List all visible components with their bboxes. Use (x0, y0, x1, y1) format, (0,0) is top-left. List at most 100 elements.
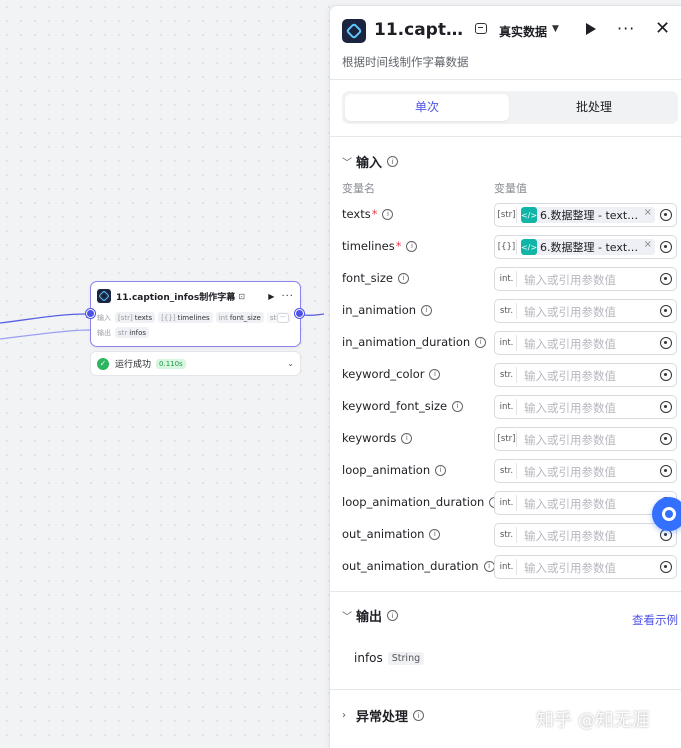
param-name-text: in_animation (342, 303, 417, 317)
workflow-canvas[interactable]: 11.caption_infos制作字幕 ⊡ ▶ ··· 输入 [str] tex… (0, 0, 330, 748)
info-icon: i (483, 560, 495, 572)
param-value-field[interactable]: str. 输入或引用参数值 (494, 459, 677, 483)
param-name: timelines * i (342, 239, 418, 253)
variable-reference-icon[interactable] (660, 561, 672, 573)
variable-reference-icon[interactable] (660, 465, 672, 477)
divider (330, 689, 681, 690)
node-config-panel: 11.caption_infos 真实数据 ▼ ··· ✕ 根据时间线制作字幕数… (329, 5, 681, 748)
param-input-placeholder[interactable]: 输入或引用参数值 (524, 464, 616, 480)
info-icon: i (475, 336, 487, 348)
param-type-badge: [{}] (497, 239, 517, 255)
param-input-placeholder[interactable]: 输入或引用参数值 (524, 400, 616, 416)
node-more-icon[interactable]: ··· (281, 291, 294, 302)
watermark: 知乎 @知无涯 (536, 710, 650, 731)
variable-reference-icon[interactable] (660, 241, 672, 253)
param-name: in_animation_duration i (342, 335, 487, 349)
run-mode-tabs: 单次 批处理 (342, 91, 678, 124)
reference-tag[interactable]: </> 6.数据整理 - text… × (521, 239, 655, 255)
variable-reference-icon[interactable] (660, 369, 672, 381)
required-mark: * (395, 239, 402, 253)
param-input-placeholder[interactable]: 输入或引用参数值 (524, 432, 616, 448)
param-name-text: loop_animation (342, 463, 431, 477)
param-name-text: keyword_color (342, 367, 425, 381)
divider (330, 79, 681, 80)
panel-title[interactable]: 11.caption_infos (374, 20, 464, 40)
close-icon[interactable]: ✕ (655, 18, 670, 39)
info-icon: i (421, 304, 433, 316)
param-name: keyword_font_size i (342, 399, 464, 413)
param-type-badge: int. (497, 271, 517, 287)
param-row-keyword-color: keyword_color i str. 输入或引用参数值 (342, 363, 678, 387)
param-row-loop-animation: loop_animation i str. 输入或引用参数值 (342, 459, 678, 483)
plugin-logo-icon (342, 19, 366, 43)
param-value-field[interactable]: int. 输入或引用参数值 (494, 395, 677, 419)
chevron-down-icon[interactable]: ⌄ (287, 359, 294, 368)
chevron-right-icon[interactable]: › (342, 710, 356, 721)
param-name-text: in_animation_duration (342, 335, 471, 349)
more-inputs-icon[interactable]: ··· (277, 313, 289, 323)
param-input-placeholder[interactable]: 输入或引用参数值 (524, 368, 616, 384)
param-name-text: loop_animation_duration (342, 495, 485, 509)
param-value-field[interactable]: int. 输入或引用参数值 (494, 555, 677, 579)
param-value-field[interactable]: str. 输入或引用参数值 (494, 363, 677, 387)
variable-reference-icon[interactable] (660, 209, 672, 221)
assistant-float-button[interactable] (652, 497, 681, 531)
data-mode-select[interactable]: 真实数据 (499, 23, 547, 40)
info-icon: i (387, 610, 399, 621)
output-section-header[interactable]: ﹀ 输出 i (342, 606, 399, 625)
param-input-placeholder[interactable]: 输入或引用参数值 (524, 272, 616, 288)
tab-single[interactable]: 单次 (345, 94, 509, 121)
info-icon: i (387, 156, 399, 167)
node-run-icon[interactable]: ▶ (268, 292, 274, 301)
output-variable: infos String (354, 651, 425, 665)
param-input-placeholder[interactable]: 输入或引用参数值 (524, 336, 616, 352)
remove-reference-icon[interactable]: × (644, 239, 652, 250)
variable-reference-icon[interactable] (660, 305, 672, 317)
variable-reference-icon[interactable] (660, 433, 672, 445)
param-value-field[interactable]: [str] 输入或引用参数值 (494, 427, 677, 451)
caption-infos-node[interactable]: 11.caption_infos制作字幕 ⊡ ▶ ··· 输入 [str] tex… (90, 281, 301, 347)
robot-icon (475, 23, 487, 34)
param-value-field[interactable]: str. 输入或引用参数值 (494, 299, 677, 323)
tab-batch[interactable]: 批处理 (512, 94, 676, 121)
param-type-badge: [str] (497, 431, 517, 447)
node-input-chip: int font_size (215, 312, 264, 323)
variable-reference-icon[interactable] (660, 401, 672, 413)
param-name-text: out_animation_duration (342, 559, 479, 573)
caret-down-icon[interactable]: ▼ (552, 24, 559, 34)
code-node-icon: </> (521, 207, 537, 223)
param-value-field[interactable]: int. 输入或引用参数值 (494, 491, 677, 515)
param-input-placeholder[interactable]: 输入或引用参数值 (524, 560, 616, 576)
param-type-badge: [str] (497, 207, 517, 223)
remove-reference-icon[interactable]: × (644, 207, 652, 218)
reference-tag[interactable]: </> 6.数据整理 - text… × (521, 207, 655, 223)
variable-reference-icon[interactable] (660, 337, 672, 349)
param-name-text: out_animation (342, 527, 425, 541)
param-row-keywords: keywords i [str] 输入或引用参数值 (342, 427, 678, 451)
variable-reference-icon[interactable] (660, 273, 672, 285)
param-row-in-animation-duration: in_animation_duration i int. 输入或引用参数值 (342, 331, 678, 355)
param-value-field[interactable]: int. 输入或引用参数值 (494, 267, 677, 291)
param-row-out-animation: out_animation i str. 输入或引用参数值 (342, 523, 678, 547)
param-input-placeholder[interactable]: 输入或引用参数值 (524, 528, 616, 544)
run-icon[interactable] (586, 23, 596, 35)
chevron-down-icon[interactable]: ﹀ (342, 608, 356, 623)
see-example-link[interactable]: 查看示例 (632, 612, 678, 628)
node-input-port[interactable] (86, 309, 95, 318)
param-name-text: keyword_font_size (342, 399, 448, 413)
node-output-port[interactable] (295, 309, 304, 318)
input-section-header[interactable]: ﹀ 输入 i (342, 152, 399, 171)
param-value-field[interactable]: [str] </> 6.数据整理 - text… × (494, 203, 677, 227)
param-value-field[interactable]: int. 输入或引用参数值 (494, 331, 677, 355)
param-input-placeholder[interactable]: 输入或引用参数值 (524, 304, 616, 320)
param-value-field[interactable]: [{}] </> 6.数据整理 - text… × (494, 235, 677, 259)
input-section-title: 输入 (356, 156, 383, 171)
chevron-down-icon[interactable]: ﹀ (342, 154, 356, 169)
param-input-placeholder[interactable]: 输入或引用参数值 (524, 496, 616, 512)
error-section-header[interactable]: › 异常处理 i (342, 706, 425, 725)
info-icon: i (406, 240, 418, 252)
param-value-field[interactable]: str. 输入或引用参数值 (494, 523, 677, 547)
more-icon[interactable]: ··· (617, 19, 635, 38)
param-name-text: font_size (342, 271, 393, 285)
run-status-bar[interactable]: ✓ 运行成功 0.110s ⌄ (90, 351, 301, 376)
